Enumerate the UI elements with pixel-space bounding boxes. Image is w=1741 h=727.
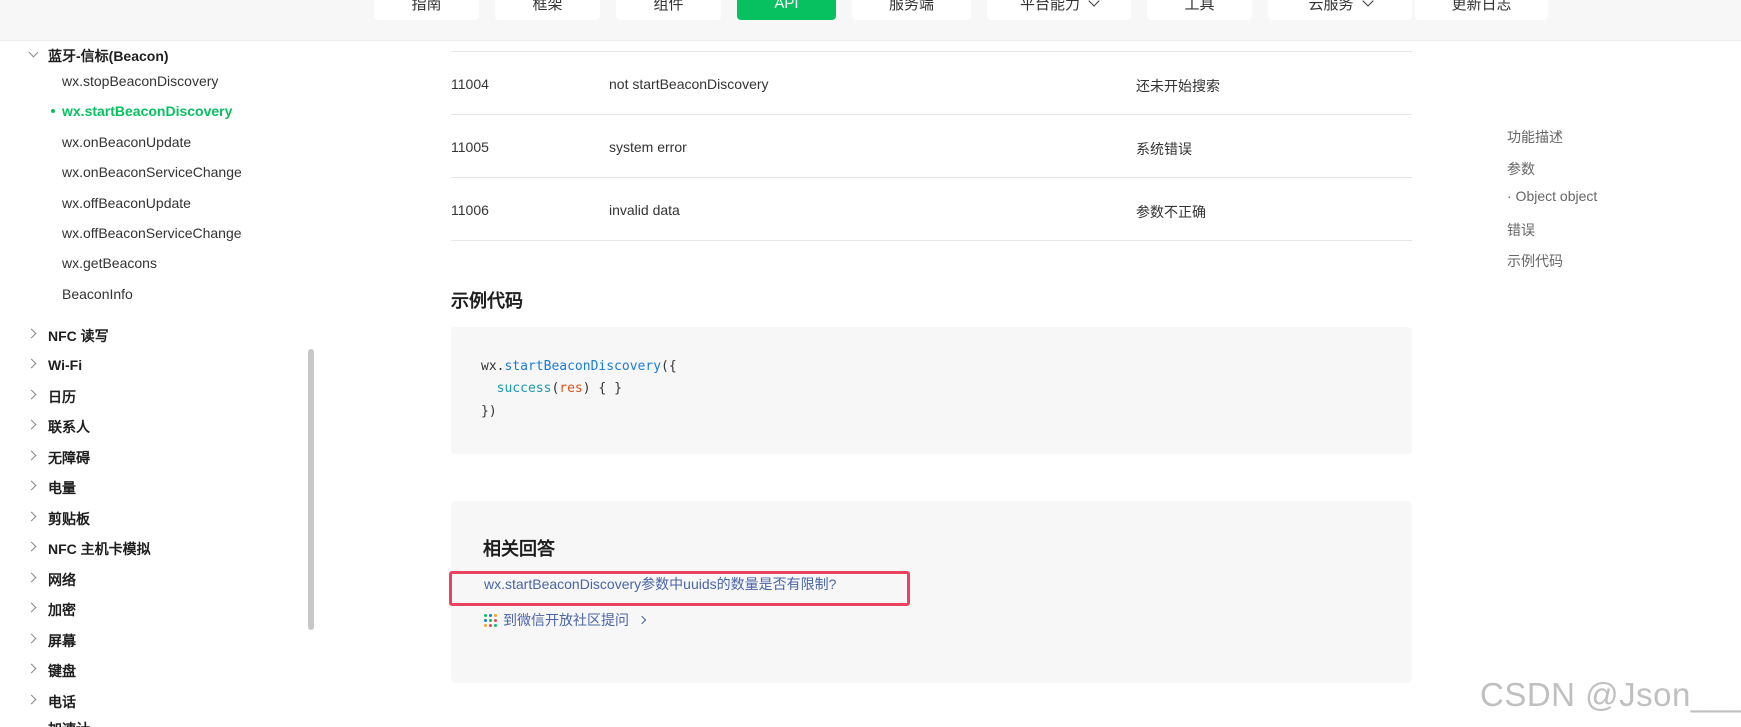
community-link-label: 到微信开放社区提问: [503, 612, 629, 628]
chevron-right-icon[interactable]: [26, 480, 37, 491]
tab-tools[interactable]: 工具: [1147, 0, 1252, 20]
example-code-heading: 示例代码: [451, 291, 523, 311]
chevron-down-icon: [1361, 0, 1374, 7]
community-link[interactable]: 到微信开放社区提问: [484, 610, 647, 630]
code-token: res: [559, 381, 583, 396]
sidebar-group-keyboard[interactable]: 键盘: [48, 661, 76, 681]
related-answers-heading: 相关回答: [483, 539, 555, 559]
sidebar-group-contacts[interactable]: 联系人: [48, 417, 90, 437]
toc-item-params[interactable]: 参数: [1507, 159, 1535, 179]
sidebar-item-off-beacon-update[interactable]: wx.offBeaconUpdate: [62, 195, 191, 211]
sidebar-group-battery[interactable]: 电量: [48, 478, 76, 498]
error-description: 参数不正确: [1136, 204, 1206, 220]
code-token: wx.: [481, 359, 505, 374]
chevron-right-icon[interactable]: [26, 541, 37, 552]
table-row: 11004 not startBeaconDiscovery 还未开始搜索: [451, 52, 1412, 115]
error-code: 11005: [451, 139, 489, 155]
sidebar-group-accessibility[interactable]: 无障碍: [48, 448, 90, 468]
code-token: }): [481, 404, 497, 419]
tab-cloud-services[interactable]: 云服务: [1268, 0, 1412, 20]
tab-framework[interactable]: 框架: [495, 0, 600, 20]
code-token: startBeaconDiscovery: [504, 359, 662, 374]
sidebar-item-off-beacon-service-change[interactable]: wx.offBeaconServiceChange: [62, 225, 242, 241]
tab-label: 云服务: [1308, 0, 1354, 13]
sidebar-group-beacon[interactable]: 蓝牙-信标(Beacon): [48, 46, 169, 66]
tab-guide[interactable]: 指南: [374, 0, 479, 20]
sidebar-group-calendar[interactable]: 日历: [48, 387, 76, 407]
toc-item-object[interactable]: · Object object: [1507, 188, 1597, 204]
chevron-down-icon[interactable]: [28, 47, 39, 58]
code-line: success(res) { }: [481, 381, 622, 396]
error-message: invalid data: [609, 202, 680, 218]
code-line: wx.startBeaconDiscovery({: [481, 359, 677, 374]
sidebar-item-get-beacons[interactable]: wx.getBeacons: [62, 255, 157, 271]
toc-item-example[interactable]: 示例代码: [1507, 251, 1563, 271]
tab-label: API: [774, 0, 799, 12]
community-grid-icon: [484, 613, 497, 627]
tab-label: 工具: [1184, 0, 1215, 13]
table-row: 11005 system error 系统错误: [451, 115, 1412, 178]
code-token: success: [496, 381, 552, 396]
top-navigation: 指南 框架 组件 API 服务端 平台能力 工具 云服务 更新日志: [0, 0, 1741, 41]
chevron-right-icon[interactable]: [26, 450, 37, 461]
sidebar-group-nfc[interactable]: NFC 读写: [48, 326, 109, 346]
error-description: 还未开始搜索: [1136, 78, 1220, 94]
chevron-right-icon: [637, 615, 647, 625]
tab-label: 框架: [532, 0, 563, 13]
code-token: ) { }: [582, 381, 622, 396]
chevron-right-icon[interactable]: [26, 633, 37, 644]
tab-api[interactable]: API: [737, 0, 836, 20]
toc-item-errors[interactable]: 错误: [1507, 220, 1535, 240]
sidebar-group-wifi[interactable]: Wi-Fi: [48, 357, 82, 373]
sidebar-item-stop-beacon-discovery[interactable]: wx.stopBeaconDiscovery: [62, 73, 218, 89]
chevron-right-icon[interactable]: [26, 694, 37, 705]
sidebar-scrollbar[interactable]: [308, 349, 314, 630]
tab-server[interactable]: 服务端: [852, 0, 971, 20]
sidebar-item-start-beacon-discovery[interactable]: wx.startBeaconDiscovery: [62, 103, 232, 119]
code-block[interactable]: wx.startBeaconDiscovery({ success(res) {…: [451, 327, 1412, 454]
tab-changelog[interactable]: 更新日志: [1415, 0, 1548, 20]
chevron-right-icon[interactable]: [26, 358, 37, 369]
tab-label: 指南: [411, 0, 442, 13]
sidebar-group-network[interactable]: 网络: [48, 570, 76, 590]
code-token: ({: [661, 359, 677, 374]
sidebar-item-on-beacon-update[interactable]: wx.onBeaconUpdate: [62, 134, 191, 150]
sidebar-group-accelerometer[interactable]: 加速计: [48, 719, 90, 727]
code-line: }): [481, 404, 497, 419]
chevron-right-icon[interactable]: [26, 602, 37, 613]
toc-item-description[interactable]: 功能描述: [1507, 127, 1563, 147]
active-indicator-icon: [51, 109, 55, 113]
sidebar-group-phone[interactable]: 电话: [48, 692, 76, 712]
sidebar-group-crypto[interactable]: 加密: [48, 600, 76, 620]
chevron-right-icon[interactable]: [26, 389, 37, 400]
tab-label: 更新日志: [1451, 0, 1512, 13]
tab-components[interactable]: 组件: [616, 0, 721, 20]
sidebar-group-nfc-hce[interactable]: NFC 主机卡模拟: [48, 539, 151, 559]
watermark: CSDN @Json_____: [1480, 676, 1741, 713]
error-message: not startBeaconDiscovery: [609, 76, 769, 92]
sidebar-group-clipboard[interactable]: 剪贴板: [48, 509, 90, 529]
tab-label: 平台能力: [1019, 0, 1080, 13]
tab-label: 服务端: [888, 0, 934, 13]
error-code: 11006: [451, 202, 489, 218]
chevron-right-icon[interactable]: [26, 511, 37, 522]
sidebar-item-on-beacon-service-change[interactable]: wx.onBeaconServiceChange: [62, 164, 242, 180]
chevron-right-icon[interactable]: [26, 419, 37, 430]
tab-platform-capabilities[interactable]: 平台能力: [987, 0, 1131, 20]
error-message: system error: [609, 139, 687, 155]
chevron-right-icon[interactable]: [26, 572, 37, 583]
chevron-down-icon: [1088, 0, 1100, 7]
chevron-right-icon[interactable]: [26, 328, 37, 339]
tab-label: 组件: [653, 0, 684, 13]
sidebar-item-beacon-info[interactable]: BeaconInfo: [62, 286, 133, 302]
sidebar-group-screen[interactable]: 屏幕: [48, 631, 76, 651]
highlight-box: [449, 571, 910, 606]
chevron-right-icon[interactable]: [26, 663, 37, 674]
error-code: 11004: [451, 76, 489, 92]
table-row: 11006 invalid data 参数不正确: [451, 178, 1412, 241]
error-description: 系统错误: [1136, 141, 1192, 157]
